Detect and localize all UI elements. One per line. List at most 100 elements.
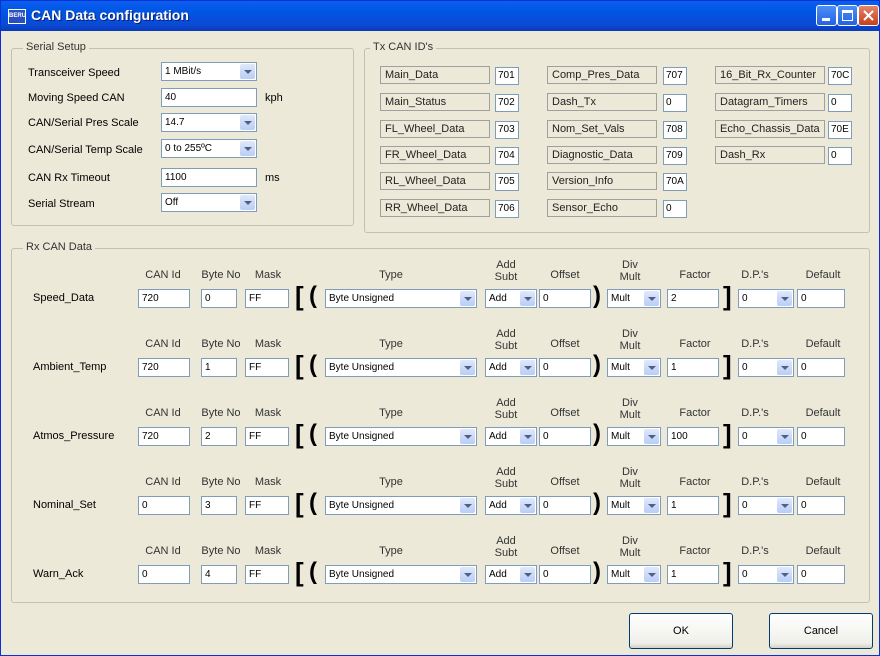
tx-id-value[interactable]: 0 (663, 94, 687, 112)
serial-stream-select[interactable]: Off (161, 193, 257, 212)
type-select[interactable]: Byte Unsigned (325, 565, 477, 584)
chevron-down-icon[interactable] (777, 429, 792, 444)
tx-id-value[interactable]: 70C (828, 67, 852, 85)
dps-select[interactable]: 0 (738, 358, 794, 377)
tx-id-value[interactable]: 705 (495, 173, 519, 191)
add-subt-select[interactable]: Add (485, 358, 537, 377)
cancel-button[interactable]: Cancel (769, 613, 873, 649)
add-subt-select[interactable]: Add (485, 289, 537, 308)
div-mult-select[interactable]: Mult (607, 496, 661, 515)
chevron-down-icon[interactable] (520, 567, 535, 582)
maximize-button[interactable] (837, 5, 858, 26)
minimize-button[interactable] (816, 5, 837, 26)
byte-no-input[interactable]: 2 (201, 427, 237, 446)
type-select[interactable]: Byte Unsigned (325, 289, 477, 308)
div-mult-select[interactable]: Mult (607, 427, 661, 446)
factor-input[interactable]: 1 (667, 496, 719, 515)
tx-id-value[interactable]: 0 (663, 200, 687, 218)
chevron-down-icon[interactable] (240, 195, 255, 210)
byte-no-input[interactable]: 1 (201, 358, 237, 377)
tx-id-value[interactable]: 706 (495, 200, 519, 218)
dps-select[interactable]: 0 (738, 427, 794, 446)
default-input[interactable]: 0 (797, 565, 845, 584)
chevron-down-icon[interactable] (240, 115, 255, 130)
factor-input[interactable]: 2 (667, 289, 719, 308)
mask-input[interactable]: FF (245, 358, 289, 377)
type-select[interactable]: Byte Unsigned (325, 496, 477, 515)
tx-id-value[interactable]: 0 (828, 147, 852, 165)
tx-id-value[interactable]: 707 (663, 67, 687, 85)
chevron-down-icon[interactable] (644, 567, 659, 582)
mask-input[interactable]: FF (245, 496, 289, 515)
ok-button[interactable]: OK (629, 613, 733, 649)
moving-speed-input[interactable]: 40 (161, 88, 257, 107)
close-button[interactable] (858, 5, 879, 26)
chevron-down-icon[interactable] (777, 498, 792, 513)
factor-input[interactable]: 1 (667, 358, 719, 377)
can-id-input[interactable]: 0 (138, 496, 190, 515)
mask-input[interactable]: FF (245, 289, 289, 308)
factor-input[interactable]: 1 (667, 565, 719, 584)
byte-no-input[interactable]: 0 (201, 289, 237, 308)
type-select[interactable]: Byte Unsigned (325, 358, 477, 377)
mask-input[interactable]: FF (245, 565, 289, 584)
chevron-down-icon[interactable] (644, 498, 659, 513)
tx-id-value[interactable]: 703 (495, 121, 519, 139)
can-id-input[interactable]: 0 (138, 565, 190, 584)
offset-input[interactable]: 0 (539, 289, 591, 308)
div-mult-select[interactable]: Mult (607, 565, 661, 584)
can-id-input[interactable]: 720 (138, 289, 190, 308)
chevron-down-icon[interactable] (460, 429, 475, 444)
tx-id-value[interactable]: 702 (495, 94, 519, 112)
default-input[interactable]: 0 (797, 496, 845, 515)
chevron-down-icon[interactable] (460, 291, 475, 306)
transceiver-speed-select[interactable]: 1 MBit/s (161, 62, 257, 81)
can-id-input[interactable]: 720 (138, 358, 190, 377)
title-bar[interactable]: BERU CAN Data configuration (1, 1, 879, 31)
tx-id-value[interactable]: 704 (495, 147, 519, 165)
offset-input[interactable]: 0 (539, 358, 591, 377)
rx-timeout-input[interactable]: 1100 (161, 168, 257, 187)
chevron-down-icon[interactable] (520, 429, 535, 444)
chevron-down-icon[interactable] (777, 360, 792, 375)
tx-id-value[interactable]: 70E (828, 121, 852, 139)
offset-input[interactable]: 0 (539, 565, 591, 584)
default-input[interactable]: 0 (797, 289, 845, 308)
chevron-down-icon[interactable] (460, 360, 475, 375)
tx-id-value[interactable]: 701 (495, 67, 519, 85)
add-subt-select[interactable]: Add (485, 427, 537, 446)
div-mult-select[interactable]: Mult (607, 289, 661, 308)
chevron-down-icon[interactable] (520, 291, 535, 306)
chevron-down-icon[interactable] (520, 360, 535, 375)
dps-select[interactable]: 0 (738, 496, 794, 515)
tx-id-value[interactable]: 709 (663, 147, 687, 165)
beru-app-icon[interactable]: BERU (8, 9, 26, 24)
tx-id-value[interactable]: 708 (663, 121, 687, 139)
offset-input[interactable]: 0 (539, 496, 591, 515)
default-input[interactable]: 0 (797, 427, 845, 446)
chevron-down-icon[interactable] (240, 64, 255, 79)
type-select[interactable]: Byte Unsigned (325, 427, 477, 446)
chevron-down-icon[interactable] (777, 567, 792, 582)
chevron-down-icon[interactable] (777, 291, 792, 306)
add-subt-select[interactable]: Add (485, 565, 537, 584)
offset-input[interactable]: 0 (539, 427, 591, 446)
mask-input[interactable]: FF (245, 427, 289, 446)
div-mult-select[interactable]: Mult (607, 358, 661, 377)
dps-select[interactable]: 0 (738, 565, 794, 584)
chevron-down-icon[interactable] (644, 360, 659, 375)
byte-no-input[interactable]: 3 (201, 496, 237, 515)
chevron-down-icon[interactable] (644, 291, 659, 306)
dps-select[interactable]: 0 (738, 289, 794, 308)
can-id-input[interactable]: 720 (138, 427, 190, 446)
byte-no-input[interactable]: 4 (201, 565, 237, 584)
chevron-down-icon[interactable] (520, 498, 535, 513)
temp-scale-select[interactable]: 0 to 255ºC (161, 139, 257, 158)
pres-scale-select[interactable]: 14.7 (161, 113, 257, 132)
add-subt-select[interactable]: Add (485, 496, 537, 515)
default-input[interactable]: 0 (797, 358, 845, 377)
chevron-down-icon[interactable] (644, 429, 659, 444)
factor-input[interactable]: 100 (667, 427, 719, 446)
tx-id-value[interactable]: 0 (828, 94, 852, 112)
chevron-down-icon[interactable] (460, 498, 475, 513)
